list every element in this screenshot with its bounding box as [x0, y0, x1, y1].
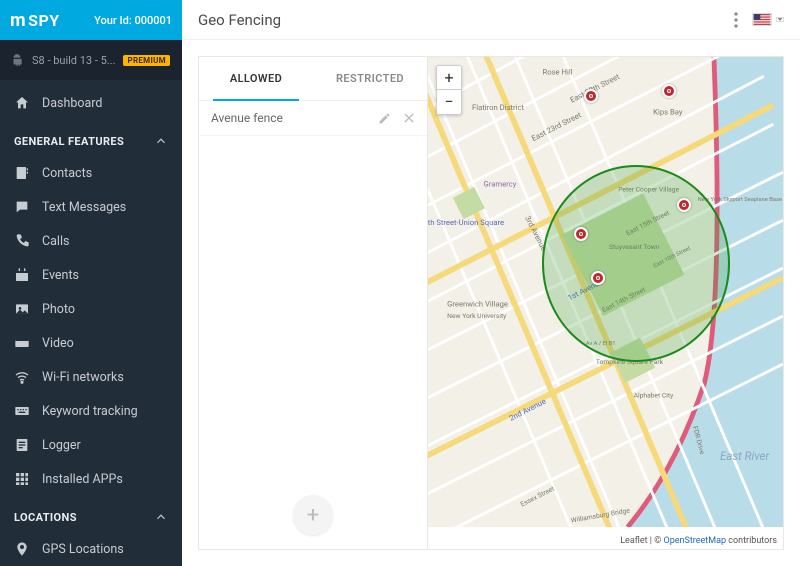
nav-section-locations[interactable]: LOCATIONS: [0, 496, 182, 532]
keyboard-icon: [14, 403, 30, 419]
nav-section-general[interactable]: GENERAL FEATURES: [0, 120, 182, 156]
page-title: Geo Fencing: [198, 11, 281, 29]
main: Geo Fencing ALLOWED RESTRICTED Avenue fe…: [182, 0, 800, 566]
contacts-icon: [14, 165, 30, 181]
language-selector[interactable]: [752, 13, 784, 26]
photo-icon: [14, 301, 30, 317]
fence-panel: ALLOWED RESTRICTED Avenue fence +: [198, 56, 428, 550]
fence-name: Avenue fence: [211, 111, 283, 125]
gps-icon: [14, 541, 30, 557]
device-name: S8 - build 13 - 5...: [32, 54, 115, 67]
nav-gps[interactable]: GPS Locations: [0, 532, 182, 566]
svg-text:East River: East River: [720, 449, 770, 463]
tab-restricted[interactable]: RESTRICTED: [313, 57, 427, 100]
nav-contacts[interactable]: Contacts: [0, 156, 182, 190]
chevron-up-icon: [154, 510, 168, 524]
tab-allowed[interactable]: ALLOWED: [199, 57, 313, 100]
zoom-control: + −: [436, 65, 462, 115]
flag-us-icon: [752, 13, 772, 26]
zoom-in-button[interactable]: +: [437, 66, 461, 90]
wifi-icon: [14, 369, 30, 385]
nav-label: Wi-Fi networks: [42, 370, 124, 385]
nav-label: GPS Locations: [42, 542, 124, 557]
nav-text-messages[interactable]: Text Messages: [0, 190, 182, 224]
sms-icon: [14, 199, 30, 215]
svg-text:Alphabet City: Alphabet City: [634, 392, 674, 400]
premium-badge: PREMIUM: [123, 55, 170, 66]
map-attribution: Leaflet | © OpenStreetMap contributors: [616, 535, 781, 547]
sidebar: mSPY Your Id: 000001 S8 - build 13 - 5..…: [0, 0, 182, 566]
nav-label: Installed APPs: [42, 472, 123, 487]
svg-text:14th Street-Union Square: 14th Street-Union Square: [428, 218, 504, 227]
nav-apps[interactable]: Installed APPs: [0, 462, 182, 496]
nav-label: Keyword tracking: [42, 404, 138, 419]
more-icon[interactable]: [734, 12, 738, 28]
nav-section-title: GENERAL FEATURES: [14, 135, 124, 148]
svg-text:Gramercy: Gramercy: [484, 180, 517, 189]
svg-text:New York Skyport Seaplane Base: New York Skyport Seaplane Base: [698, 197, 782, 203]
map[interactable]: Rose Hill East 28th Street Flatiron Dist…: [428, 56, 784, 550]
map-pin[interactable]: [591, 271, 605, 285]
nav-label: Text Messages: [42, 200, 126, 215]
nav-label: Photo: [42, 302, 75, 317]
device-selector[interactable]: S8 - build 13 - 5... PREMIUM: [0, 40, 182, 80]
nav-dashboard[interactable]: Dashboard: [0, 86, 182, 120]
apps-icon: [14, 471, 30, 487]
edit-icon[interactable]: [378, 112, 391, 125]
map-pin[interactable]: [677, 198, 691, 212]
nav: Dashboard GENERAL FEATURES Contacts Text…: [0, 80, 182, 566]
svg-text:Greenwich Village: Greenwich Village: [447, 299, 508, 308]
close-icon[interactable]: [403, 112, 415, 125]
logger-icon: [14, 437, 30, 453]
svg-text:Rose Hill: Rose Hill: [542, 67, 572, 76]
android-icon: [10, 53, 24, 67]
osm-link[interactable]: OpenStreetMap: [664, 536, 727, 546]
chevron-up-icon: [154, 134, 168, 148]
add-fence-button[interactable]: +: [293, 495, 333, 535]
nav-section-title: LOCATIONS: [14, 511, 77, 524]
nav-label: Logger: [42, 438, 81, 453]
nav-label: Dashboard: [42, 96, 102, 111]
svg-text:Flatiron District: Flatiron District: [472, 103, 524, 112]
fence-row[interactable]: Avenue fence: [199, 101, 427, 136]
nav-photo[interactable]: Photo: [0, 292, 182, 326]
svg-text:Kips Bay: Kips Bay: [653, 108, 683, 117]
user-id: Your Id: 000001: [94, 14, 172, 27]
nav-wifi[interactable]: Wi-Fi networks: [0, 360, 182, 394]
topbar: Geo Fencing: [182, 0, 800, 40]
nav-calls[interactable]: Calls: [0, 224, 182, 258]
nav-label: Video: [42, 336, 74, 351]
video-icon: [14, 335, 30, 351]
nav-events[interactable]: Events: [0, 258, 182, 292]
nav-logger[interactable]: Logger: [0, 428, 182, 462]
map-pin[interactable]: [662, 84, 676, 98]
brand-logo: mSPY: [10, 10, 60, 31]
nav-label: Contacts: [42, 166, 92, 181]
nav-keyword[interactable]: Keyword tracking: [0, 394, 182, 428]
home-icon: [14, 95, 30, 111]
brand-bar: mSPY Your Id: 000001: [0, 0, 182, 40]
fence-tabs: ALLOWED RESTRICTED: [199, 57, 427, 101]
map-pin[interactable]: [574, 227, 588, 241]
nav-video[interactable]: Video: [0, 326, 182, 360]
calendar-icon: [14, 267, 30, 283]
chevron-down-icon: [776, 17, 784, 22]
geofence-circle[interactable]: [542, 165, 730, 362]
map-pin[interactable]: [584, 89, 598, 103]
zoom-out-button[interactable]: −: [437, 90, 461, 114]
call-icon: [14, 233, 30, 249]
svg-text:New York University: New York University: [447, 312, 507, 320]
nav-label: Calls: [42, 234, 69, 249]
nav-label: Events: [42, 268, 79, 283]
